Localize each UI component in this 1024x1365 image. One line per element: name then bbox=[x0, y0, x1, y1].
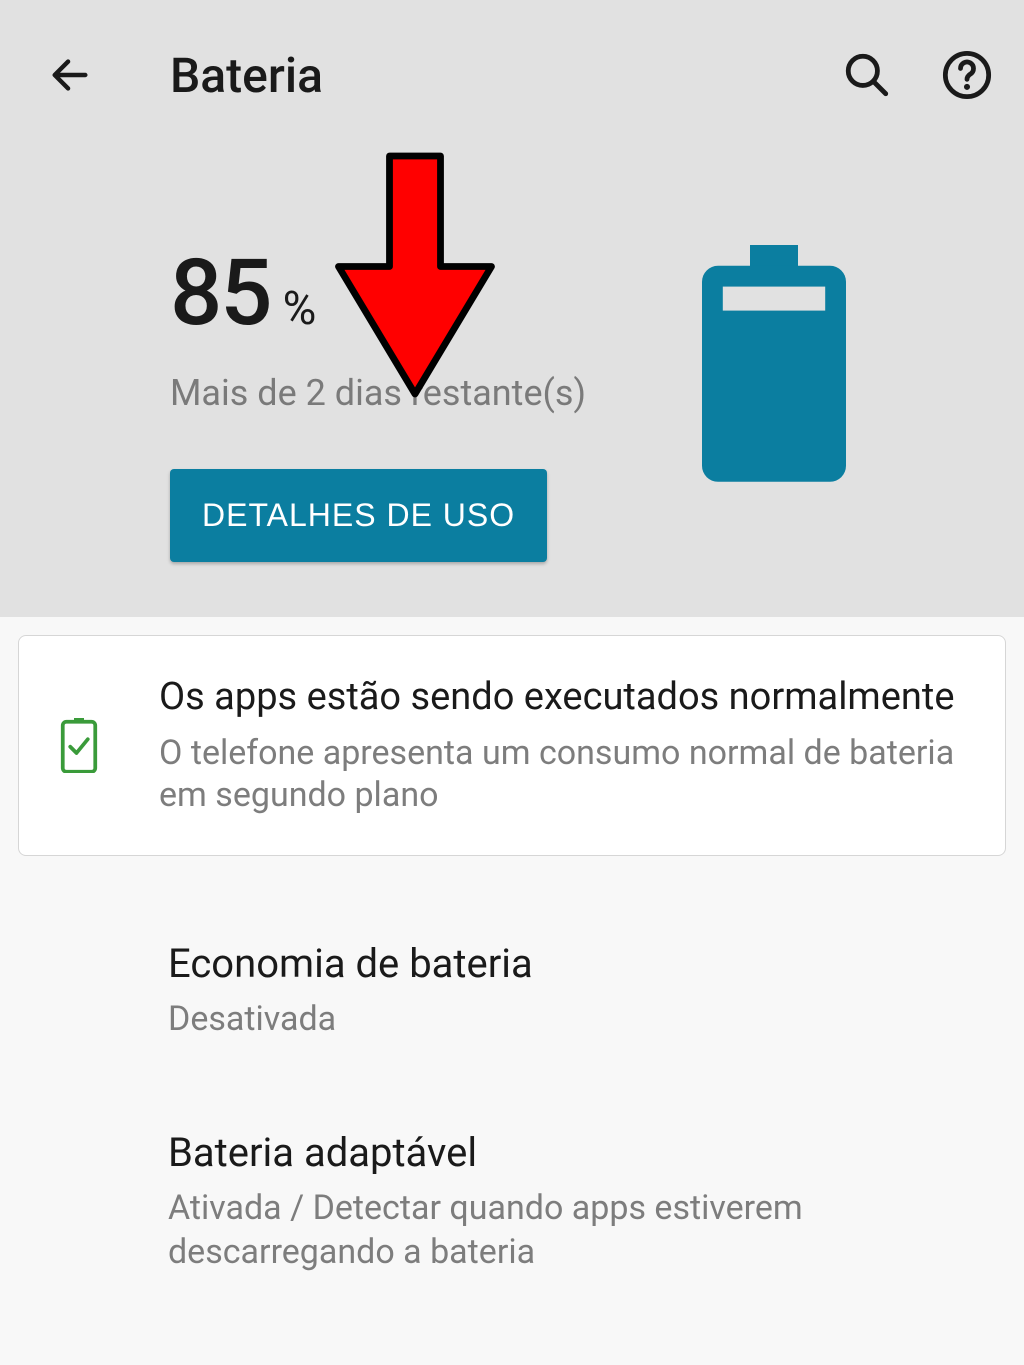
battery-percent-value: 85 bbox=[170, 240, 271, 347]
search-icon bbox=[842, 50, 892, 100]
setting-title: Economia de bateria bbox=[168, 940, 986, 987]
setting-title: Bateria adaptável bbox=[168, 1129, 986, 1176]
help-button[interactable] bbox=[939, 48, 994, 103]
search-button[interactable] bbox=[839, 48, 894, 103]
arrow-left-icon bbox=[47, 52, 93, 98]
help-icon bbox=[941, 49, 993, 101]
battery-icon bbox=[694, 245, 854, 485]
page-title: Bateria bbox=[170, 47, 839, 104]
setting-subtitle: Ativada / Detectar quando apps estiverem… bbox=[168, 1186, 986, 1274]
usage-details-button[interactable]: DETALHES DE USO bbox=[170, 469, 547, 562]
battery-hero: 85 % Mais de 2 dias restante(s) DETALHES… bbox=[0, 150, 1024, 617]
setting-subtitle: Desativada bbox=[168, 997, 986, 1041]
setting-battery-saver[interactable]: Economia de bateria Desativada bbox=[18, 896, 1006, 1085]
app-bar: Bateria bbox=[0, 0, 1024, 150]
back-button[interactable] bbox=[40, 45, 100, 105]
apps-status-card[interactable]: Os apps estão sendo executados normalmen… bbox=[18, 635, 1006, 856]
pointer-arrow-icon bbox=[330, 145, 500, 405]
setting-adaptive-battery[interactable]: Bateria adaptável Ativada / Detectar qua… bbox=[18, 1085, 1006, 1318]
status-title: Os apps estão sendo executados normalmen… bbox=[159, 674, 985, 722]
battery-percent-symbol: % bbox=[283, 282, 317, 336]
status-subtitle: O telefone apresenta um consumo normal d… bbox=[159, 732, 985, 817]
battery-check-icon bbox=[59, 718, 99, 773]
